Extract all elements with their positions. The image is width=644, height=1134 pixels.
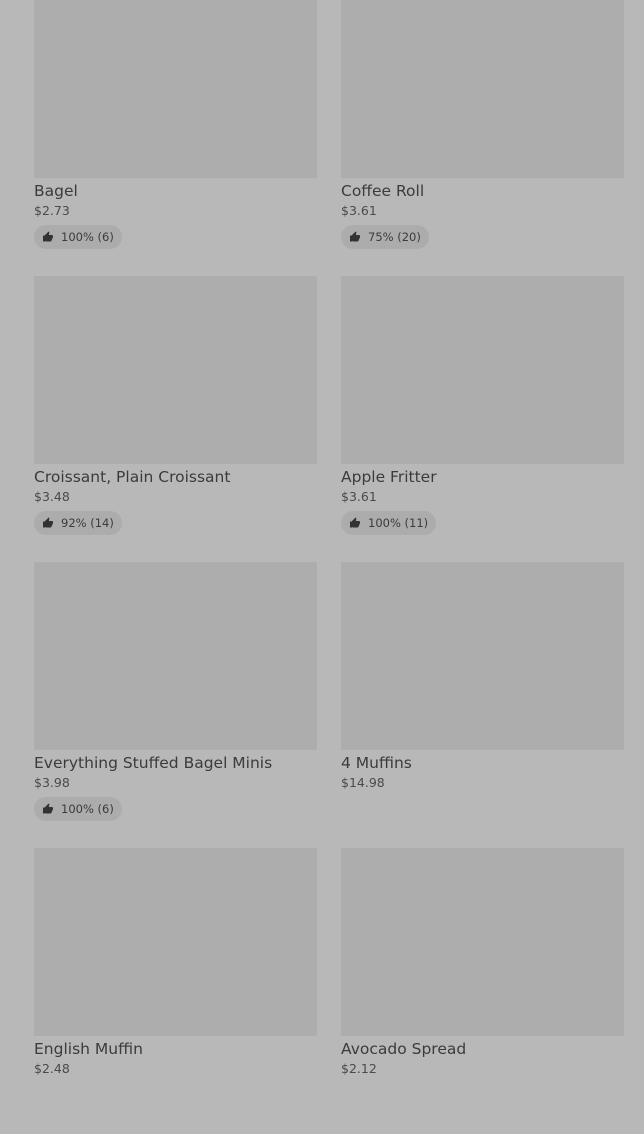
product-name[interactable]: Apple Fritter	[341, 467, 624, 487]
thumbs-up-icon	[43, 231, 53, 242]
rating-badge: 75% (20)	[341, 225, 429, 249]
product-price: $14.98	[341, 775, 385, 790]
product-name[interactable]: Coffee Roll	[341, 181, 624, 201]
thumbs-up-icon	[43, 517, 53, 528]
thumbs-up-icon	[43, 803, 53, 814]
product-image-placeholder[interactable]	[34, 848, 317, 1036]
rating-badge: 92% (14)	[34, 511, 122, 535]
product-image-placeholder[interactable]	[34, 276, 317, 464]
product-grid: Bagel $2.73 100% (6) Coffee Roll $3.61 7…	[34, 0, 624, 1134]
rating-text: 92% (14)	[61, 516, 114, 530]
product-name[interactable]: Bagel	[34, 181, 317, 201]
product-price: $2.48	[34, 1061, 70, 1076]
product-name[interactable]: Croissant, Plain Croissant	[34, 467, 317, 487]
product-name[interactable]: Avocado Spread	[341, 1039, 624, 1059]
product-image-placeholder[interactable]	[34, 0, 317, 178]
product-card-everything-bagel-minis[interactable]: Everything Stuffed Bagel Minis $3.98 100…	[34, 562, 317, 848]
rating-badge: 100% (11)	[341, 511, 437, 535]
product-price: $3.61	[341, 203, 377, 218]
rating-badge: 100% (6)	[34, 225, 122, 249]
product-card-bagel[interactable]: Bagel $2.73 100% (6)	[34, 0, 317, 276]
product-card-english-muffin[interactable]: English Muffin $2.48	[34, 848, 317, 1134]
rating-text: 75% (20)	[368, 230, 421, 244]
product-image-placeholder[interactable]	[341, 0, 624, 178]
thumbs-up-icon	[350, 231, 360, 242]
product-price: $2.12	[341, 1061, 377, 1076]
product-image-placeholder[interactable]	[341, 848, 624, 1036]
product-image-placeholder[interactable]	[34, 562, 317, 750]
product-image-placeholder[interactable]	[341, 562, 624, 750]
product-name[interactable]: Everything Stuffed Bagel Minis	[34, 753, 317, 773]
product-name[interactable]: 4 Muffins	[341, 753, 624, 773]
product-price: $3.48	[34, 489, 70, 504]
product-image-placeholder[interactable]	[341, 276, 624, 464]
product-card-4-muffins[interactable]: 4 Muffins $14.98	[341, 562, 624, 848]
product-card-coffee-roll[interactable]: Coffee Roll $3.61 75% (20)	[341, 0, 624, 276]
product-price: $3.98	[34, 775, 70, 790]
rating-text: 100% (11)	[368, 516, 429, 530]
product-price: $2.73	[34, 203, 70, 218]
rating-badge: 100% (6)	[34, 797, 122, 821]
product-card-avocado-spread[interactable]: Avocado Spread $2.12	[341, 848, 624, 1134]
thumbs-up-icon	[350, 517, 360, 528]
product-name[interactable]: English Muffin	[34, 1039, 317, 1059]
rating-text: 100% (6)	[61, 230, 114, 244]
product-card-apple-fritter[interactable]: Apple Fritter $3.61 100% (11)	[341, 276, 624, 562]
rating-text: 100% (6)	[61, 802, 114, 816]
product-card-croissant[interactable]: Croissant, Plain Croissant $3.48 92% (14…	[34, 276, 317, 562]
product-price: $3.61	[341, 489, 377, 504]
